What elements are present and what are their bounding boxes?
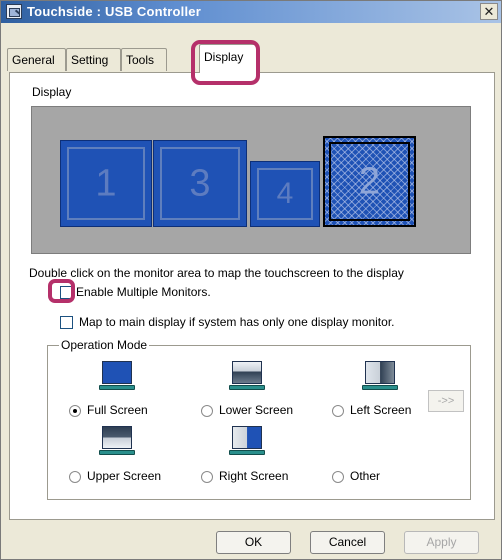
other-radio[interactable] xyxy=(332,471,344,483)
mapping-hint: Double click on the monitor area to map … xyxy=(29,266,404,280)
tab-setting[interactable]: Setting xyxy=(66,48,121,71)
full-screen-icon xyxy=(99,361,135,391)
monitor-number: 4 xyxy=(276,177,294,210)
display-group-label: Display xyxy=(32,85,72,99)
tab-general[interactable]: General xyxy=(7,48,66,71)
map-main-display-checkbox[interactable] xyxy=(60,316,73,329)
title-bar[interactable]: Touchside : USB Controller ✕ xyxy=(1,1,501,23)
monitor-3[interactable]: 3 xyxy=(153,140,247,227)
window-title: Touchside : USB Controller xyxy=(27,4,201,19)
usb-controller-dialog: Touchside : USB Controller ✕ General Set… xyxy=(0,0,502,560)
monitor-area[interactable]: 1 3 4 2 xyxy=(31,106,471,254)
monitor-number: 2 xyxy=(358,160,381,202)
cancel-button[interactable]: Cancel xyxy=(310,531,385,554)
operation-mode-legend: Operation Mode xyxy=(59,338,150,352)
close-button[interactable]: ✕ xyxy=(480,3,498,20)
ok-button[interactable]: OK xyxy=(216,531,291,554)
other-label: Other xyxy=(350,469,381,483)
monitor-number: 3 xyxy=(189,162,211,204)
map-main-display-label: Map to main display if system has only o… xyxy=(79,315,395,329)
monitor-number: 1 xyxy=(95,162,117,204)
display-tab-highlight xyxy=(191,40,260,85)
lower-screen-icon xyxy=(229,361,265,391)
upper-screen-label: Upper Screen xyxy=(87,469,162,483)
left-screen-radio[interactable] xyxy=(332,405,344,417)
tab-tools[interactable]: Tools xyxy=(121,48,167,71)
more-options-button[interactable]: ->> xyxy=(428,390,464,412)
left-screen-icon xyxy=(362,361,398,391)
display-panel: Display 1 3 4 2 Double click on the moni… xyxy=(9,72,495,520)
monitor-4[interactable]: 4 xyxy=(250,161,320,227)
left-screen-label: Left Screen xyxy=(350,403,412,417)
lower-screen-radio[interactable] xyxy=(201,405,213,417)
upper-screen-icon xyxy=(99,426,135,456)
right-screen-icon xyxy=(229,426,265,456)
checkbox-highlight xyxy=(48,279,75,303)
right-screen-label: Right Screen xyxy=(219,469,289,483)
enable-multiple-monitors-label: Enable Multiple Monitors. xyxy=(76,285,211,299)
full-screen-label: Full Screen xyxy=(87,403,148,417)
monitor-1[interactable]: 1 xyxy=(60,140,152,227)
full-screen-radio[interactable] xyxy=(69,405,81,417)
right-screen-radio[interactable] xyxy=(201,471,213,483)
app-icon xyxy=(6,4,22,19)
apply-button[interactable]: Apply xyxy=(404,531,479,554)
monitor-2[interactable]: 2 xyxy=(323,136,416,227)
lower-screen-label: Lower Screen xyxy=(219,403,294,417)
upper-screen-radio[interactable] xyxy=(69,471,81,483)
